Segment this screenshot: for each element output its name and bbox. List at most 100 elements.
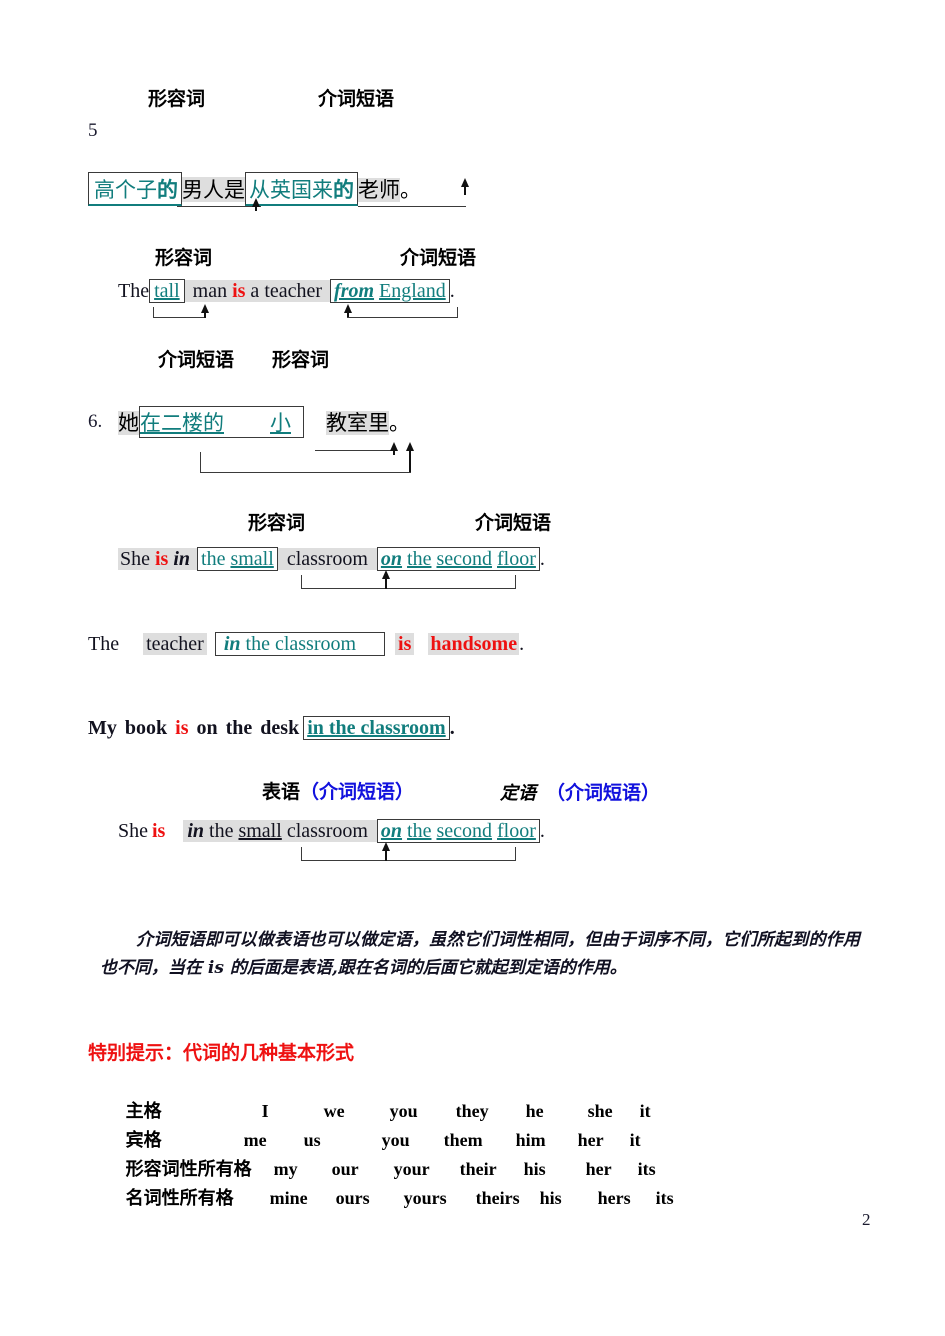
label-predicative-paren: （介词短语） <box>300 781 415 803</box>
chinese-period-6: 。 <box>389 411 410 435</box>
arrow-stem-stray-5 <box>464 186 466 195</box>
word-the-6a: the <box>201 548 226 570</box>
chinese-sentence-6: 她在二楼的 小 教室里。 <box>118 406 410 438</box>
label-attributive-paren: （介词短语） <box>546 782 661 804</box>
connector-6c <box>200 452 201 473</box>
chinese-prep-6: 在二楼的 <box>140 411 224 435</box>
mb-word-desk: desk <box>260 717 300 739</box>
connector-6a <box>315 450 395 451</box>
boxed-the-small: the small <box>197 547 278 571</box>
pronoun-row-3-w3: theirs <box>475 1188 520 1208</box>
r-period: . <box>539 820 545 842</box>
connector-line-5a <box>177 206 261 207</box>
label-prep-phrase-5-mid: 介词短语 <box>400 247 477 269</box>
label-prep-phrase-6-mid: 介词短语 <box>475 512 552 534</box>
r-word-is: is <box>152 820 166 842</box>
explanation-paragraph: 介词短语即可以做表语也可以做定语，虽然它们词性相同，但由于词序不同，它们所起到的… <box>100 930 860 978</box>
roles-english-sentence: She is in the small classroom on the seco… <box>118 819 545 843</box>
label-prep-phrase-5-top: 介词短语 <box>318 88 395 110</box>
list-marker-6: 6. <box>88 411 103 432</box>
pronoun-row-3: 名词性所有格 mine ours yours theirs his hers its <box>88 1163 674 1231</box>
connector-line-5b <box>358 206 466 207</box>
boxed-prep-adj-6: 在二楼的 小 <box>139 406 304 438</box>
boxed-in-the-classroom: in the classroom <box>214 632 386 656</box>
r-word-in: in <box>187 820 205 842</box>
word-second-6: second <box>436 548 493 570</box>
de-particle-2: 的 <box>333 177 354 202</box>
example-teacher-sentence: The teacher in the classroom is handsome. <box>88 632 524 656</box>
boxed-on-the-second-floor: on the second floor <box>376 547 540 571</box>
pronoun-row-3-w4: his <box>539 1188 562 1208</box>
mb-word-the: the <box>225 717 253 739</box>
word-is-5: is <box>232 280 246 302</box>
word-man-text: man <box>192 280 228 302</box>
list-marker-5: 5 <box>88 120 98 141</box>
word-the-6b: the <box>407 548 432 570</box>
chinese-middle-text: 男人是 <box>182 177 245 202</box>
boxed-prep-text: 从英国来 <box>249 178 333 202</box>
arrow-stem-6a <box>393 449 395 455</box>
bracket-right-roles <box>515 847 516 861</box>
document-page: 形容词 介词短语 5 高个子的 男人是 从英国来的 老师。 形容词 介词短语 The t… <box>0 0 945 1336</box>
label-adjective-6-mid: 形容词 <box>248 512 306 534</box>
boxed-adjective-text: 高个子 <box>94 178 157 202</box>
boxed-on-the-second-floor-2: on the second floor <box>376 819 540 843</box>
r-word-second: second <box>436 820 493 842</box>
word-teacher-5: teacher <box>264 280 323 302</box>
arrow-stem-6c <box>385 577 387 589</box>
bracket-bottom-roles <box>301 860 516 861</box>
word-in-6: in <box>173 548 191 570</box>
mb-word-is: is <box>175 717 189 739</box>
ex-word-classroom: classroom <box>274 633 357 655</box>
word-from-5: from <box>334 280 375 302</box>
boxed-prep-phrase-chinese: 从英国来的 <box>245 172 358 206</box>
r-word-small: small <box>238 820 282 842</box>
word-england-5: England <box>379 280 446 302</box>
pronoun-row-3-w6: its <box>655 1188 674 1208</box>
pronoun-row-3-w0: mine <box>269 1188 308 1208</box>
word-a-5: a <box>250 280 260 302</box>
word-the-5: The <box>118 280 150 302</box>
chinese-period-5: 。 <box>400 178 421 202</box>
arrow-stem-6b <box>409 449 411 473</box>
chinese-noun-text: 老师 <box>358 178 400 202</box>
pronoun-row-0-w6: it <box>639 1101 651 1121</box>
word-floor-6: floor <box>497 548 536 570</box>
boxed-in-the-classroom-2: in the classroom <box>303 716 450 740</box>
pronoun-row-3-w1: ours <box>335 1188 370 1208</box>
mb-word-on: on <box>196 717 218 739</box>
boxed-tall: tall <box>149 279 185 303</box>
bracket-right-6 <box>515 575 516 589</box>
chinese-noun-6: 教室里 <box>326 411 389 435</box>
label-adjective-6-top: 形容词 <box>272 349 330 371</box>
word-on-6: on <box>380 548 403 570</box>
ex-word-handsome: handsome <box>428 633 520 655</box>
mb-word-book: book <box>124 717 168 739</box>
arrow-stem-5a <box>255 205 257 211</box>
bracket-left-roles <box>301 847 302 861</box>
word-classroom-6: classroom <box>286 548 368 570</box>
r-word-on: on <box>380 820 403 842</box>
ex-word-in: in <box>223 633 241 655</box>
label-predicative-group: 表语（介词短语） <box>262 777 414 804</box>
label-attributive-group: 定语 （介词短语） <box>500 778 660 805</box>
de-particle-1: 的 <box>157 177 178 202</box>
bracket-bottom-6 <box>301 588 516 589</box>
connector-6b <box>200 472 411 473</box>
chinese-subject-6: 她 <box>118 411 139 435</box>
bracket-left-6 <box>301 575 302 589</box>
word-is-6: is <box>155 548 169 570</box>
word-man-5: man is a teacher <box>184 280 331 302</box>
pronoun-row-3-w2: yours <box>403 1188 447 1208</box>
r-word-the2: the <box>407 820 432 842</box>
example-mybook-sentence: My book is on the desk in the classroom. <box>88 716 455 740</box>
r-word-the: the <box>209 820 234 842</box>
label-adjective-5-top: 形容词 <box>148 88 206 110</box>
boxed-adjective-chinese: 高个子的 <box>88 172 182 206</box>
label-predicative: 表语 <box>262 781 301 803</box>
r-word-she: She <box>118 820 148 842</box>
boxed-from-england: from England <box>330 279 450 303</box>
arrow-stem-5b <box>204 311 206 318</box>
english-sentence-6: She is in the small classroom on the sec… <box>118 547 545 571</box>
label-attributive: 定语 <box>500 783 536 804</box>
